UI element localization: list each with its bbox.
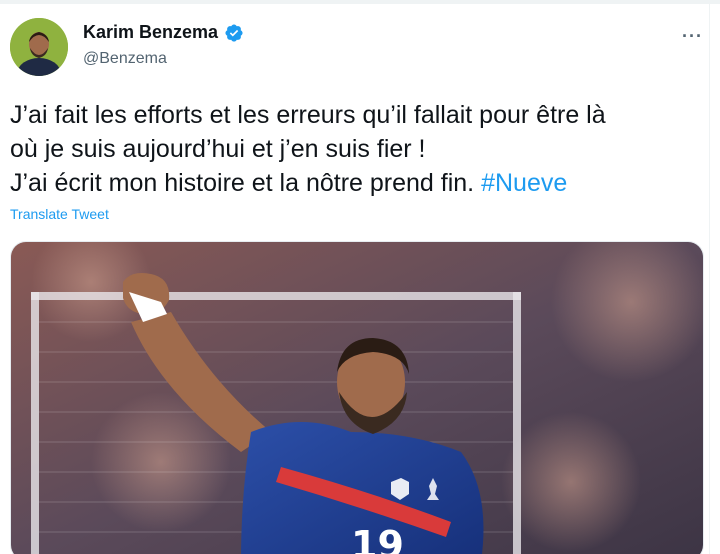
tweet-text: J’ai fait les efforts et les erreurs qu’… — [10, 98, 710, 200]
author-name[interactable]: Karim Benzema — [83, 22, 218, 43]
jersey-number: 19 — [351, 523, 404, 554]
translate-tweet-link[interactable]: Translate Tweet — [10, 206, 109, 222]
verified-badge-icon — [224, 23, 244, 43]
avatar[interactable] — [10, 18, 68, 76]
tweet-text-line-content: J’ai écrit mon histoire et la nôtre pren… — [10, 169, 475, 197]
tweet-text-line: où je suis aujourd’hui et j’en suis fier… — [10, 135, 426, 163]
tweet[interactable]: Karim Benzema @Benzema ··· J’ai fait les… — [0, 0, 710, 554]
tweet-media-image[interactable]: 19 — [10, 241, 704, 554]
author-handle[interactable]: @Benzema — [83, 50, 167, 68]
tweet-text-line: J’ai écrit mon histoire et la nôtre pren… — [10, 166, 710, 200]
tweet-text-line: J’ai fait les efforts et les erreurs qu’… — [10, 101, 606, 129]
more-options-icon[interactable]: ··· — [682, 26, 703, 47]
hashtag-link[interactable]: #Nueve — [481, 169, 567, 197]
